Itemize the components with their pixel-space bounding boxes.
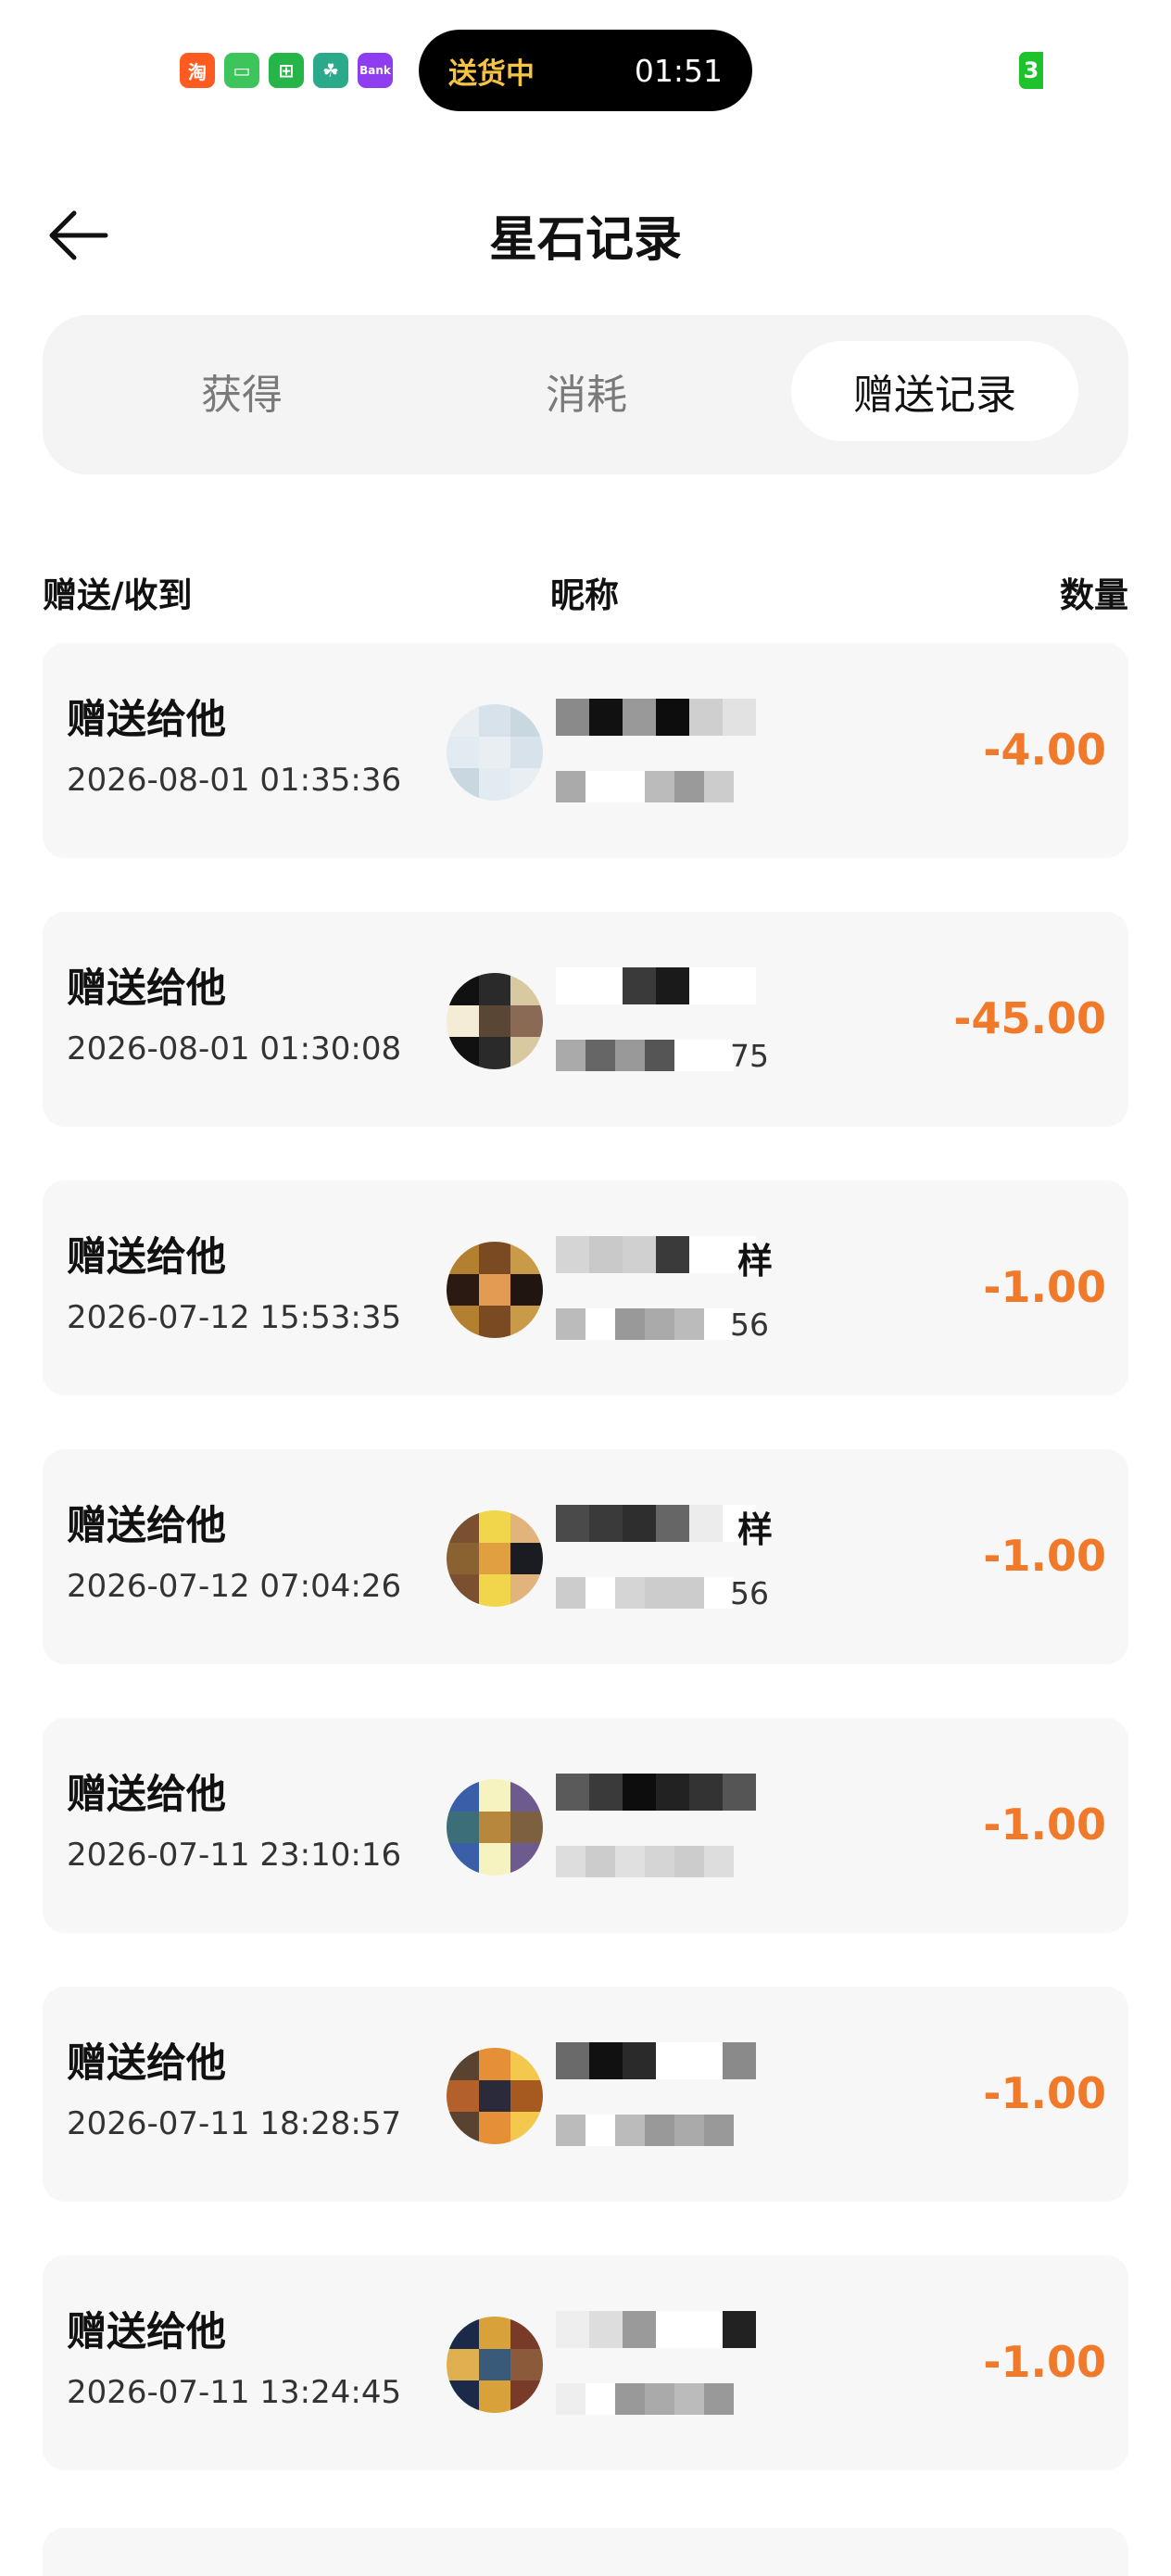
record-time: 2026-07-12 07:04:26 [67,1568,402,1605]
record-time: 2026-07-12 15:53:35 [67,1299,402,1336]
avatar[interactable] [447,973,543,1069]
nickname-blurred [556,699,778,736]
record-type: 赠送给他 [67,2040,226,2087]
list-item[interactable]: 赠送给他 2026-07-11 18:28:57 -1.00 [43,1987,1128,2202]
user-id-blurred [556,1846,778,1877]
bank-icon: ☘ [313,53,348,88]
record-time: 2026-07-11 13:24:45 [67,2374,402,2411]
record-type: 赠送给他 [67,1503,226,1549]
user-id-suffix: 56 [730,1575,769,1611]
nickname-suffix: 样 [737,1509,774,1550]
taobao-icon: 淘 [180,53,215,88]
user-id-suffix: 75 [730,1038,769,1074]
nickname-blurred [556,967,778,1004]
avatar[interactable] [447,2317,543,2413]
avatar[interactable] [447,2048,543,2144]
user-id-blurred [556,2383,778,2415]
record-time: 2026-07-11 23:10:16 [67,1837,402,1874]
list-item[interactable]: 赠送给他 2026-08-01 01:35:36 -4.00 [43,643,1128,858]
nickname-blurred [556,1774,778,1811]
delivery-time: 01:51 [634,52,723,89]
avatar[interactable] [447,1779,543,1875]
record-amount: -1.00 [983,1262,1106,1312]
bank-app-icon: Bank [358,53,393,88]
notification-icons: 淘 ▭ ⊞ ☘ Bank [180,53,393,88]
messages-icon: ▭ [224,53,259,88]
dynamic-island[interactable]: 送货中 01:51 [419,30,752,111]
column-header-nickname: 昵称 [550,575,619,615]
page-title: 星石记录 [488,212,682,268]
list-item[interactable]: 赠送给他 2026-07-12 07:04:26 样 56 -1.00 [43,1449,1128,1664]
list-item[interactable]: 赠送给他 2026-07-11 13:24:45 -1.00 [43,2255,1128,2470]
column-header-direction: 赠送/收到 [43,575,193,615]
delivery-status: 送货中 [448,57,535,91]
record-amount: -4.00 [983,725,1106,775]
record-amount: -1.00 [983,1531,1106,1581]
status-bar: 淘 ▭ ⊞ ☘ Bank 送货中 01:51 3 [0,0,1171,130]
tab-consumed[interactable]: 消耗 [443,341,730,441]
record-type: 赠送给他 [67,697,226,743]
record-time: 2026-07-11 18:28:57 [67,2105,402,2142]
record-amount: -45.00 [953,993,1106,1043]
nickname-blurred [556,2042,778,2079]
avatar[interactable] [447,704,543,801]
record-type: 赠送给他 [67,1234,226,1281]
tab-bar: 获得 消耗 赠送记录 [43,315,1128,474]
record-time: 2026-08-01 01:30:08 [67,1030,402,1067]
list-item[interactable]: 赠送给他 2026-08-01 01:30:08 75 -45.00 [43,912,1128,1127]
nickname-suffix: 样 [737,1241,774,1282]
battery-icon: 3 [1019,52,1043,89]
nickname-blurred [556,2311,778,2348]
list-item-partial[interactable] [43,2528,1128,2576]
record-time: 2026-08-01 01:35:36 [67,762,402,799]
user-id-suffix: 56 [730,1307,769,1343]
tab-gift-records[interactable]: 赠送记录 [791,341,1078,441]
user-id-blurred [556,771,778,802]
record-amount: -1.00 [983,1799,1106,1850]
record-type: 赠送给他 [67,1772,226,1818]
record-type: 赠送给他 [67,966,226,1012]
user-id-blurred [556,2115,778,2146]
tab-earned[interactable]: 获得 [98,341,385,441]
avatar[interactable] [447,1242,543,1338]
list-item[interactable]: 赠送给他 2026-07-12 15:53:35 样 56 -1.00 [43,1181,1128,1395]
avatar[interactable] [447,1510,543,1607]
column-header-amount: 数量 [1060,575,1128,615]
list-item[interactable]: 赠送给他 2026-07-11 23:10:16 -1.00 [43,1718,1128,1933]
record-amount: -1.00 [983,2068,1106,2118]
record-type: 赠送给他 [67,2309,226,2355]
record-amount: -1.00 [983,2337,1106,2387]
wallet-icon: ⊞ [269,53,304,88]
